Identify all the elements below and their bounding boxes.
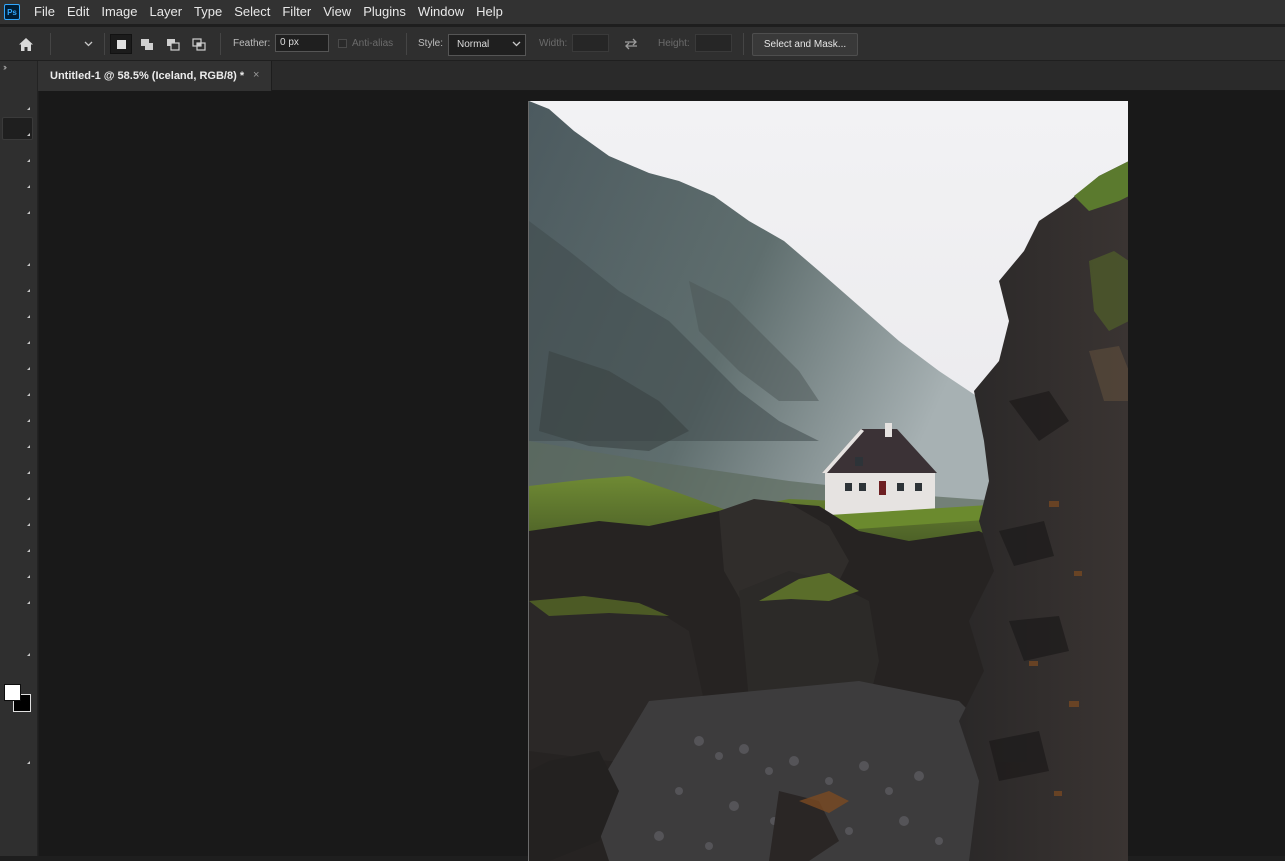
- tool-blur[interactable]: [0, 429, 38, 451]
- tool-flyout-icon: [27, 393, 30, 396]
- tool-quick-mask[interactable]: [0, 745, 38, 767]
- add-to-selection-button[interactable]: [136, 34, 158, 54]
- chevron-down-icon: [512, 41, 521, 47]
- tool-flyout-icon: [27, 575, 30, 578]
- height-input[interactable]: [695, 34, 732, 52]
- menu-type[interactable]: Type: [188, 0, 228, 24]
- height-label: Height:: [658, 38, 690, 49]
- tool-type[interactable]: [0, 507, 38, 529]
- menu-select[interactable]: Select: [228, 0, 276, 24]
- collapse-panel-icon[interactable]: ››: [3, 62, 7, 72]
- tool-flyout-icon: [27, 185, 30, 188]
- tool-healing-brush[interactable]: [0, 273, 38, 295]
- close-icon[interactable]: ×: [253, 69, 259, 81]
- menu-help[interactable]: Help: [470, 0, 509, 24]
- tool-flyout-icon: [27, 341, 30, 344]
- width-input[interactable]: [572, 34, 609, 52]
- tool-flyout-icon: [27, 549, 30, 552]
- menu-edit[interactable]: Edit: [61, 0, 95, 24]
- tool-flyout-icon: [27, 523, 30, 526]
- selected-tool-highlight: [2, 117, 33, 140]
- menu-window[interactable]: Window: [412, 0, 470, 24]
- tool-flyout-icon: [27, 653, 30, 656]
- tool-rectangular-marquee[interactable]: [0, 117, 38, 140]
- tool-eyedropper[interactable]: [0, 247, 38, 269]
- tool-clone-stamp[interactable]: [0, 325, 38, 347]
- antialias-label: Anti-alias: [352, 38, 394, 49]
- foreground-color-swatch[interactable]: [4, 684, 21, 701]
- swap-width-height-button[interactable]: [622, 36, 640, 52]
- menu-file[interactable]: File: [28, 0, 61, 24]
- select-and-mask-button[interactable]: Select and Mask...: [752, 33, 858, 56]
- tool-edit-toolbar[interactable]: [0, 637, 38, 659]
- new-selection-button[interactable]: [110, 34, 132, 54]
- tool-history-brush[interactable]: [0, 351, 38, 373]
- tool-flyout-icon: [27, 211, 30, 214]
- style-select-value: Normal: [457, 39, 490, 50]
- divider: [406, 33, 407, 55]
- menu-plugins[interactable]: Plugins: [357, 0, 412, 24]
- intersect-selection-icon: [192, 37, 206, 51]
- menu-image[interactable]: Image: [95, 0, 143, 24]
- tool-object-selection[interactable]: [0, 169, 38, 191]
- divider: [220, 33, 221, 55]
- tool-flyout-icon: [27, 133, 30, 136]
- divider: [104, 33, 105, 55]
- tool-pen[interactable]: [0, 481, 38, 503]
- swap-arrows-icon: [625, 38, 637, 50]
- divider: [50, 33, 51, 55]
- antialias-checkbox[interactable]: [338, 39, 347, 48]
- document-tab-bar: Untitled-1 @ 58.5% (Iceland, RGB/8) * ×: [38, 61, 1285, 91]
- tool-rectangle[interactable]: [0, 559, 38, 581]
- iceland-landscape-image: [529, 101, 1128, 861]
- tool-flyout-icon: [27, 289, 30, 292]
- tool-hand[interactable]: [0, 585, 38, 607]
- home-button[interactable]: [14, 35, 38, 53]
- tool-lasso[interactable]: [0, 143, 38, 165]
- tool-flyout-icon: [27, 761, 30, 764]
- tool-path-selection[interactable]: [0, 533, 38, 555]
- divider: [743, 33, 744, 55]
- tool-flyout-icon: [27, 497, 30, 500]
- chevron-down-icon: [84, 41, 92, 47]
- document-tab-title: Untitled-1 @ 58.5% (Iceland, RGB/8) *: [50, 70, 245, 82]
- tool-flyout-icon: [27, 419, 30, 422]
- tool-flyout-icon: [27, 367, 30, 370]
- feather-input[interactable]: 0 px: [275, 34, 329, 52]
- menu-bar: Ps File Edit Image Layer Type Select Fil…: [0, 0, 1285, 24]
- tool-flyout-icon: [27, 107, 30, 110]
- subtract-selection-icon: [167, 38, 180, 51]
- tool-flyout-icon: [27, 601, 30, 604]
- style-label: Style:: [418, 38, 444, 49]
- style-select[interactable]: Normal: [448, 34, 526, 56]
- feather-label: Feather:: [233, 38, 271, 49]
- photoshop-logo-icon[interactable]: Ps: [4, 4, 20, 20]
- tool-move[interactable]: [0, 91, 38, 113]
- tool-flyout-icon: [27, 445, 30, 448]
- tool-flyout-icon: [27, 159, 30, 162]
- tool-preset-picker[interactable]: [80, 36, 96, 52]
- menu-view[interactable]: View: [317, 0, 357, 24]
- intersect-selection-button[interactable]: [188, 34, 210, 54]
- document-image[interactable]: [528, 101, 1128, 861]
- tool-flyout-icon: [27, 471, 30, 474]
- width-label: Width:: [539, 38, 568, 49]
- tools-panel: ››: [0, 61, 38, 856]
- home-icon: [19, 37, 33, 51]
- tool-crop[interactable]: [0, 195, 38, 217]
- tool-flyout-icon: [27, 315, 30, 318]
- add-selection-icon: [141, 38, 153, 50]
- canvas-workspace[interactable]: [39, 91, 1285, 861]
- tool-dodge[interactable]: [0, 455, 38, 477]
- new-selection-icon: [116, 39, 126, 49]
- menu-layer[interactable]: Layer: [144, 0, 189, 24]
- subtract-from-selection-button[interactable]: [162, 34, 184, 54]
- tool-brush[interactable]: [0, 299, 38, 321]
- tool-eraser[interactable]: [0, 377, 38, 399]
- document-tab[interactable]: Untitled-1 @ 58.5% (Iceland, RGB/8) * ×: [38, 61, 272, 91]
- options-bar: Feather: 0 px Anti-alias Style: Normal W…: [0, 27, 1285, 61]
- tool-flyout-icon: [27, 263, 30, 266]
- tool-gradient[interactable]: [0, 403, 38, 425]
- menu-filter[interactable]: Filter: [276, 0, 317, 24]
